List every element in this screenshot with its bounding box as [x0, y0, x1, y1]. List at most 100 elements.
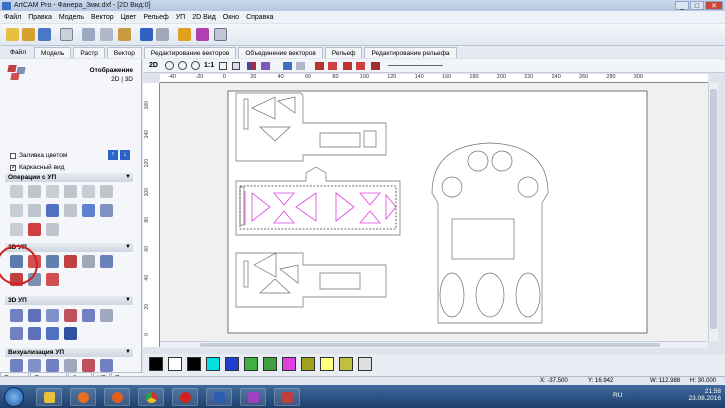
op-icon[interactable] [10, 185, 23, 198]
align-left-icon[interactable] [315, 62, 324, 70]
paste-icon[interactable] [118, 28, 131, 41]
collapse-icon[interactable]: ▼ [125, 348, 131, 357]
maximize-button[interactable]: □ [690, 1, 704, 10]
color-swatch[interactable] [149, 357, 163, 371]
app-taskbar-icon[interactable] [274, 388, 300, 406]
zoom-out-icon[interactable] [191, 61, 200, 70]
op-icon[interactable] [82, 204, 95, 217]
clock[interactable]: 21:58 23.08.2016 [688, 388, 721, 402]
save-icon[interactable] [38, 28, 51, 41]
zoom-icon[interactable] [165, 61, 174, 70]
menu-toolpath[interactable]: УП [176, 14, 185, 21]
align-bottom-icon[interactable] [371, 62, 380, 70]
collapse-icon[interactable]: ▼ [125, 296, 131, 305]
word-icon[interactable] [206, 388, 232, 406]
3d-op-icon[interactable] [28, 327, 41, 340]
sim-icon[interactable] [10, 359, 23, 372]
color-swatch[interactable] [244, 357, 258, 371]
inlay-icon[interactable] [100, 255, 113, 268]
menu-2d-view[interactable]: 2D Вид [192, 14, 216, 21]
color-swatch[interactable] [206, 357, 220, 371]
arrow-up-icon[interactable]: ↑ [108, 150, 118, 160]
redo-view-icon[interactable] [296, 62, 305, 70]
op-icon[interactable] [28, 223, 41, 236]
pencil-icon[interactable] [178, 28, 191, 41]
horizontal-scrollbar[interactable] [160, 341, 708, 348]
tab-edit-vectors[interactable]: Редактирование векторов [143, 47, 237, 58]
undo-view-icon[interactable] [283, 62, 292, 70]
checkbox-box[interactable] [10, 152, 16, 159]
op-icon[interactable] [100, 204, 113, 217]
op-icon[interactable] [46, 204, 59, 217]
sim-icon[interactable] [28, 359, 41, 372]
menu-relief[interactable]: Рельеф [143, 14, 168, 21]
tab-file[interactable]: Файл [4, 47, 32, 58]
sim-icon[interactable] [46, 359, 59, 372]
slider-track[interactable] [388, 65, 443, 66]
collapse-icon[interactable]: ▼ [125, 243, 131, 252]
scrollbar-thumb[interactable] [710, 89, 717, 329]
minimize-button[interactable]: _ [675, 1, 689, 10]
color-swatch[interactable] [320, 357, 334, 371]
color-swatch[interactable] [358, 357, 372, 371]
undo-icon[interactable] [140, 28, 153, 41]
eraser-icon[interactable] [196, 28, 209, 41]
op-icon[interactable] [28, 185, 41, 198]
color-split-icon[interactable] [247, 62, 256, 70]
op-icon[interactable] [46, 185, 59, 198]
section-3d-toolpath[interactable]: 3D УП ▼ [5, 296, 133, 305]
color-swatch[interactable] [187, 357, 201, 371]
window-icon[interactable] [60, 28, 73, 41]
start-button[interactable] [4, 387, 24, 407]
copy-icon[interactable] [100, 28, 113, 41]
3d-op-icon[interactable] [82, 309, 95, 322]
tab-raster[interactable]: Растр [73, 47, 105, 58]
3d-op-icon[interactable] [64, 327, 77, 340]
menu-window[interactable]: Окно [223, 14, 239, 21]
menu-file[interactable]: Файл [4, 14, 21, 21]
collapse-icon[interactable]: ▼ [125, 173, 131, 182]
op-icon[interactable] [100, 185, 113, 198]
3d-op-icon[interactable] [46, 327, 59, 340]
language-indicator[interactable]: RU [613, 392, 622, 399]
explorer-icon[interactable] [36, 388, 62, 406]
sim-icon[interactable] [64, 359, 77, 372]
menu-color[interactable]: Цвет [121, 14, 137, 21]
color-swatch[interactable] [225, 357, 239, 371]
layers-icon[interactable] [261, 62, 270, 70]
menu-edit[interactable]: Правка [28, 14, 52, 21]
arrow-down-icon[interactable]: ↓ [120, 150, 130, 160]
align-center-icon[interactable] [328, 62, 337, 70]
op-icon[interactable] [28, 204, 41, 217]
3d-op-icon[interactable] [64, 309, 77, 322]
op-icon[interactable] [64, 204, 77, 217]
tab-model[interactable]: Модель [33, 47, 72, 58]
section-toolpath-simulation[interactable]: Визуализация УП ▼ [5, 348, 133, 357]
close-button[interactable]: ✕ [705, 1, 723, 10]
section-toolpath-ops[interactable]: Операции с УП ▼ [5, 173, 133, 182]
view-mode-icon[interactable] [7, 65, 26, 81]
artcam-taskbar-icon[interactable] [240, 388, 266, 406]
fit-view-icon[interactable] [219, 62, 227, 70]
color-swatch[interactable] [339, 357, 353, 371]
menu-vector[interactable]: Вектор [91, 14, 114, 21]
vcarve-icon[interactable] [64, 255, 77, 268]
chrome-icon[interactable] [138, 388, 164, 406]
open-file-icon[interactable] [22, 28, 35, 41]
new-file-icon[interactable] [6, 28, 19, 41]
tab-vector[interactable]: Вектор [106, 47, 142, 58]
vertical-scrollbar[interactable] [708, 83, 718, 341]
menu-help[interactable]: Справка [246, 14, 273, 21]
select-icon[interactable] [232, 62, 240, 70]
tab-relief[interactable]: Рельеф [324, 47, 363, 58]
drilling-icon[interactable] [46, 255, 59, 268]
media-player-icon[interactable] [70, 388, 96, 406]
3d-op-icon[interactable] [100, 309, 113, 322]
wireframe-checkbox[interactable]: ✓ Каркасный вид [10, 164, 64, 171]
op-icon[interactable] [82, 185, 95, 198]
op-icon[interactable] [10, 223, 23, 236]
opera-icon[interactable] [172, 388, 198, 406]
tab-merge-vectors[interactable]: Объединение векторов [238, 47, 323, 58]
color-swatch[interactable] [282, 357, 296, 371]
menu-model[interactable]: Модель [59, 14, 84, 21]
